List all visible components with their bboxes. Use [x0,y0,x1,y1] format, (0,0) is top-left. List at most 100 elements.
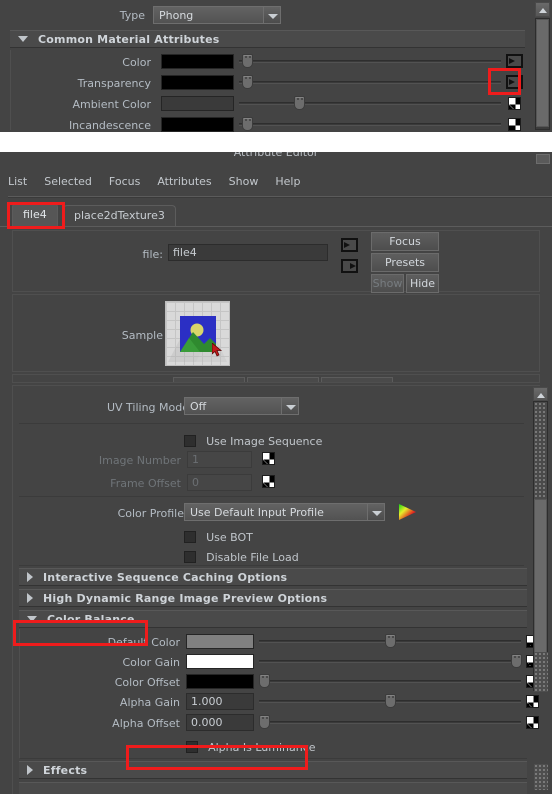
attribute-slider[interactable] [239,116,501,132]
sample-swatch[interactable] [165,301,230,366]
image-number-label: Image Number [98,454,181,467]
goto-input-connection-icon[interactable] [341,238,358,252]
slider-knob[interactable] [241,117,253,131]
alpha-gain-slider[interactable] [259,693,521,709]
attribute-checker-map-button[interactable] [508,97,521,110]
common-material-attributes-header[interactable]: Common Material Attributes [10,30,525,48]
uv-tiling-mode-chevron-down-icon[interactable] [281,397,299,415]
attribute-slider[interactable] [239,53,501,69]
attribute-color-swatch[interactable] [161,96,234,111]
attribute-color-swatch[interactable] [161,117,234,132]
checkbox-box[interactable] [186,741,198,753]
attr-scrollbar-upper [534,402,547,499]
color-profile-combo[interactable]: Use Default Input Profile [184,503,367,521]
effects-header[interactable]: Effects [19,761,527,779]
top-panel-scrollbar-thumb[interactable] [536,19,549,127]
interactive-sequence-caching-header[interactable]: Interactive Sequence Caching Options [19,568,527,586]
tab-place2dtexture3[interactable]: place2dTexture3 [63,205,176,226]
uv-tiling-mode-row: UV Tiling Mode Off [19,392,524,424]
attribute-color-swatch[interactable] [161,54,234,69]
checkbox-box[interactable] [184,531,196,543]
disable-file-load-checkbox[interactable]: Disable File Load [184,546,299,565]
slider-knob[interactable] [294,96,306,110]
slider-knob[interactable] [241,54,253,68]
tab-file4[interactable]: file4 [12,203,58,226]
default-color-slider[interactable] [259,633,521,649]
inner-tab-partial[interactable] [247,377,319,382]
attribute-map-arrow-button[interactable] [506,54,523,68]
color-wheel-icon[interactable] [398,503,418,521]
file-field-label: file: [142,248,163,261]
slider-knob[interactable] [241,75,253,89]
slider-knob[interactable] [384,694,396,708]
image-number-checker-map-button[interactable] [262,452,275,465]
alpha-gain-checker-map-button[interactable] [526,695,539,708]
color-offset-swatch[interactable] [186,674,254,689]
use-image-sequence-checkbox[interactable]: Use Image Sequence [184,430,322,449]
top-panel-scrollbar-track[interactable] [535,18,550,130]
alpha-gain-input[interactable]: 1.000 [186,693,254,710]
frame-offset-checker-map-button[interactable] [262,475,275,488]
menu-help[interactable]: Help [275,175,300,188]
attribute-slider[interactable] [239,95,501,111]
menu-focus[interactable]: Focus [109,175,140,188]
attr-scrollbar-track[interactable] [533,401,548,691]
file-name-input[interactable]: file4 [168,244,328,261]
type-label: Type [119,9,145,22]
transparency-map-arrow-button[interactable] [506,75,523,89]
use-bot-checkbox[interactable]: Use BOT [184,526,253,545]
node-header-area: file: file4 Focus Presets Show Hide [12,230,540,293]
sample-area: Sample [12,294,540,372]
hide-button[interactable]: Hide [406,274,439,293]
slider-knob[interactable] [384,634,396,648]
alpha-offset-label: Alpha Offset [112,717,180,730]
goto-output-connection-icon[interactable] [341,259,358,273]
color-offset-slider[interactable] [259,673,521,689]
material-attribute-rows: Color Transparency Ambient Color Incande… [10,50,525,143]
presets-button[interactable]: Presets [371,253,439,272]
alpha-offset-checker-map-button[interactable] [526,716,539,729]
menu-selected[interactable]: Selected [44,175,92,188]
image-number-input[interactable]: 1 [187,451,252,468]
alpha-gain-label: Alpha Gain [119,696,180,709]
default-color-label: Default Color [107,636,180,649]
slider-knob[interactable] [259,715,270,729]
color-balance-header[interactable]: Color Balance [19,610,527,628]
color-gain-label: Color Gain [122,656,180,669]
top-panel-scroll-up-button[interactable] [535,2,550,17]
slider-knob[interactable] [510,654,522,668]
resize-grip-bottom[interactable] [534,764,548,790]
attribute-checker-map-button[interactable] [508,118,521,131]
inner-tab-partial[interactable] [173,377,245,382]
menu-show[interactable]: Show [229,175,259,188]
material-type-combo[interactable]: Phong [153,6,263,24]
checkbox-box[interactable] [184,551,196,563]
resize-grip[interactable] [534,652,548,692]
focus-button[interactable]: Focus [371,232,439,251]
alpha-offset-slider[interactable] [259,714,521,730]
hdr-image-preview-title: High Dynamic Range Image Preview Options [43,591,328,605]
window-minimize-button[interactable] [536,154,550,164]
slider-knob[interactable] [259,674,270,688]
uv-tiling-mode-combo[interactable]: Off [184,397,281,415]
default-color-swatch[interactable] [186,634,254,649]
hdr-image-preview-header[interactable]: High Dynamic Range Image Preview Options [19,589,527,607]
color-gain-slider[interactable] [259,653,522,669]
material-type-combo-arrow-icon[interactable] [263,6,281,24]
chevron-down-icon [27,616,37,622]
show-button[interactable]: Show [371,274,404,293]
color-gain-swatch[interactable] [186,654,254,669]
alpha-is-luminance-checkbox[interactable]: Alpha Is Luminance [186,736,316,755]
inner-tab-partial[interactable] [321,377,393,382]
sample-label: Sample [121,329,163,342]
color-profile-chevron-down-icon[interactable] [367,503,385,521]
alpha-offset-input[interactable]: 0.000 [186,714,254,731]
checkbox-box[interactable] [184,435,196,447]
attribute-slider[interactable] [239,74,501,90]
attribute-color-swatch[interactable] [161,75,234,90]
menu-attributes[interactable]: Attributes [157,175,211,188]
frame-offset-input[interactable]: 0 [187,474,252,491]
attr-scroll-up-button[interactable] [533,387,548,401]
chevron-down-icon [18,36,28,42]
menu-list[interactable]: List [8,175,27,188]
